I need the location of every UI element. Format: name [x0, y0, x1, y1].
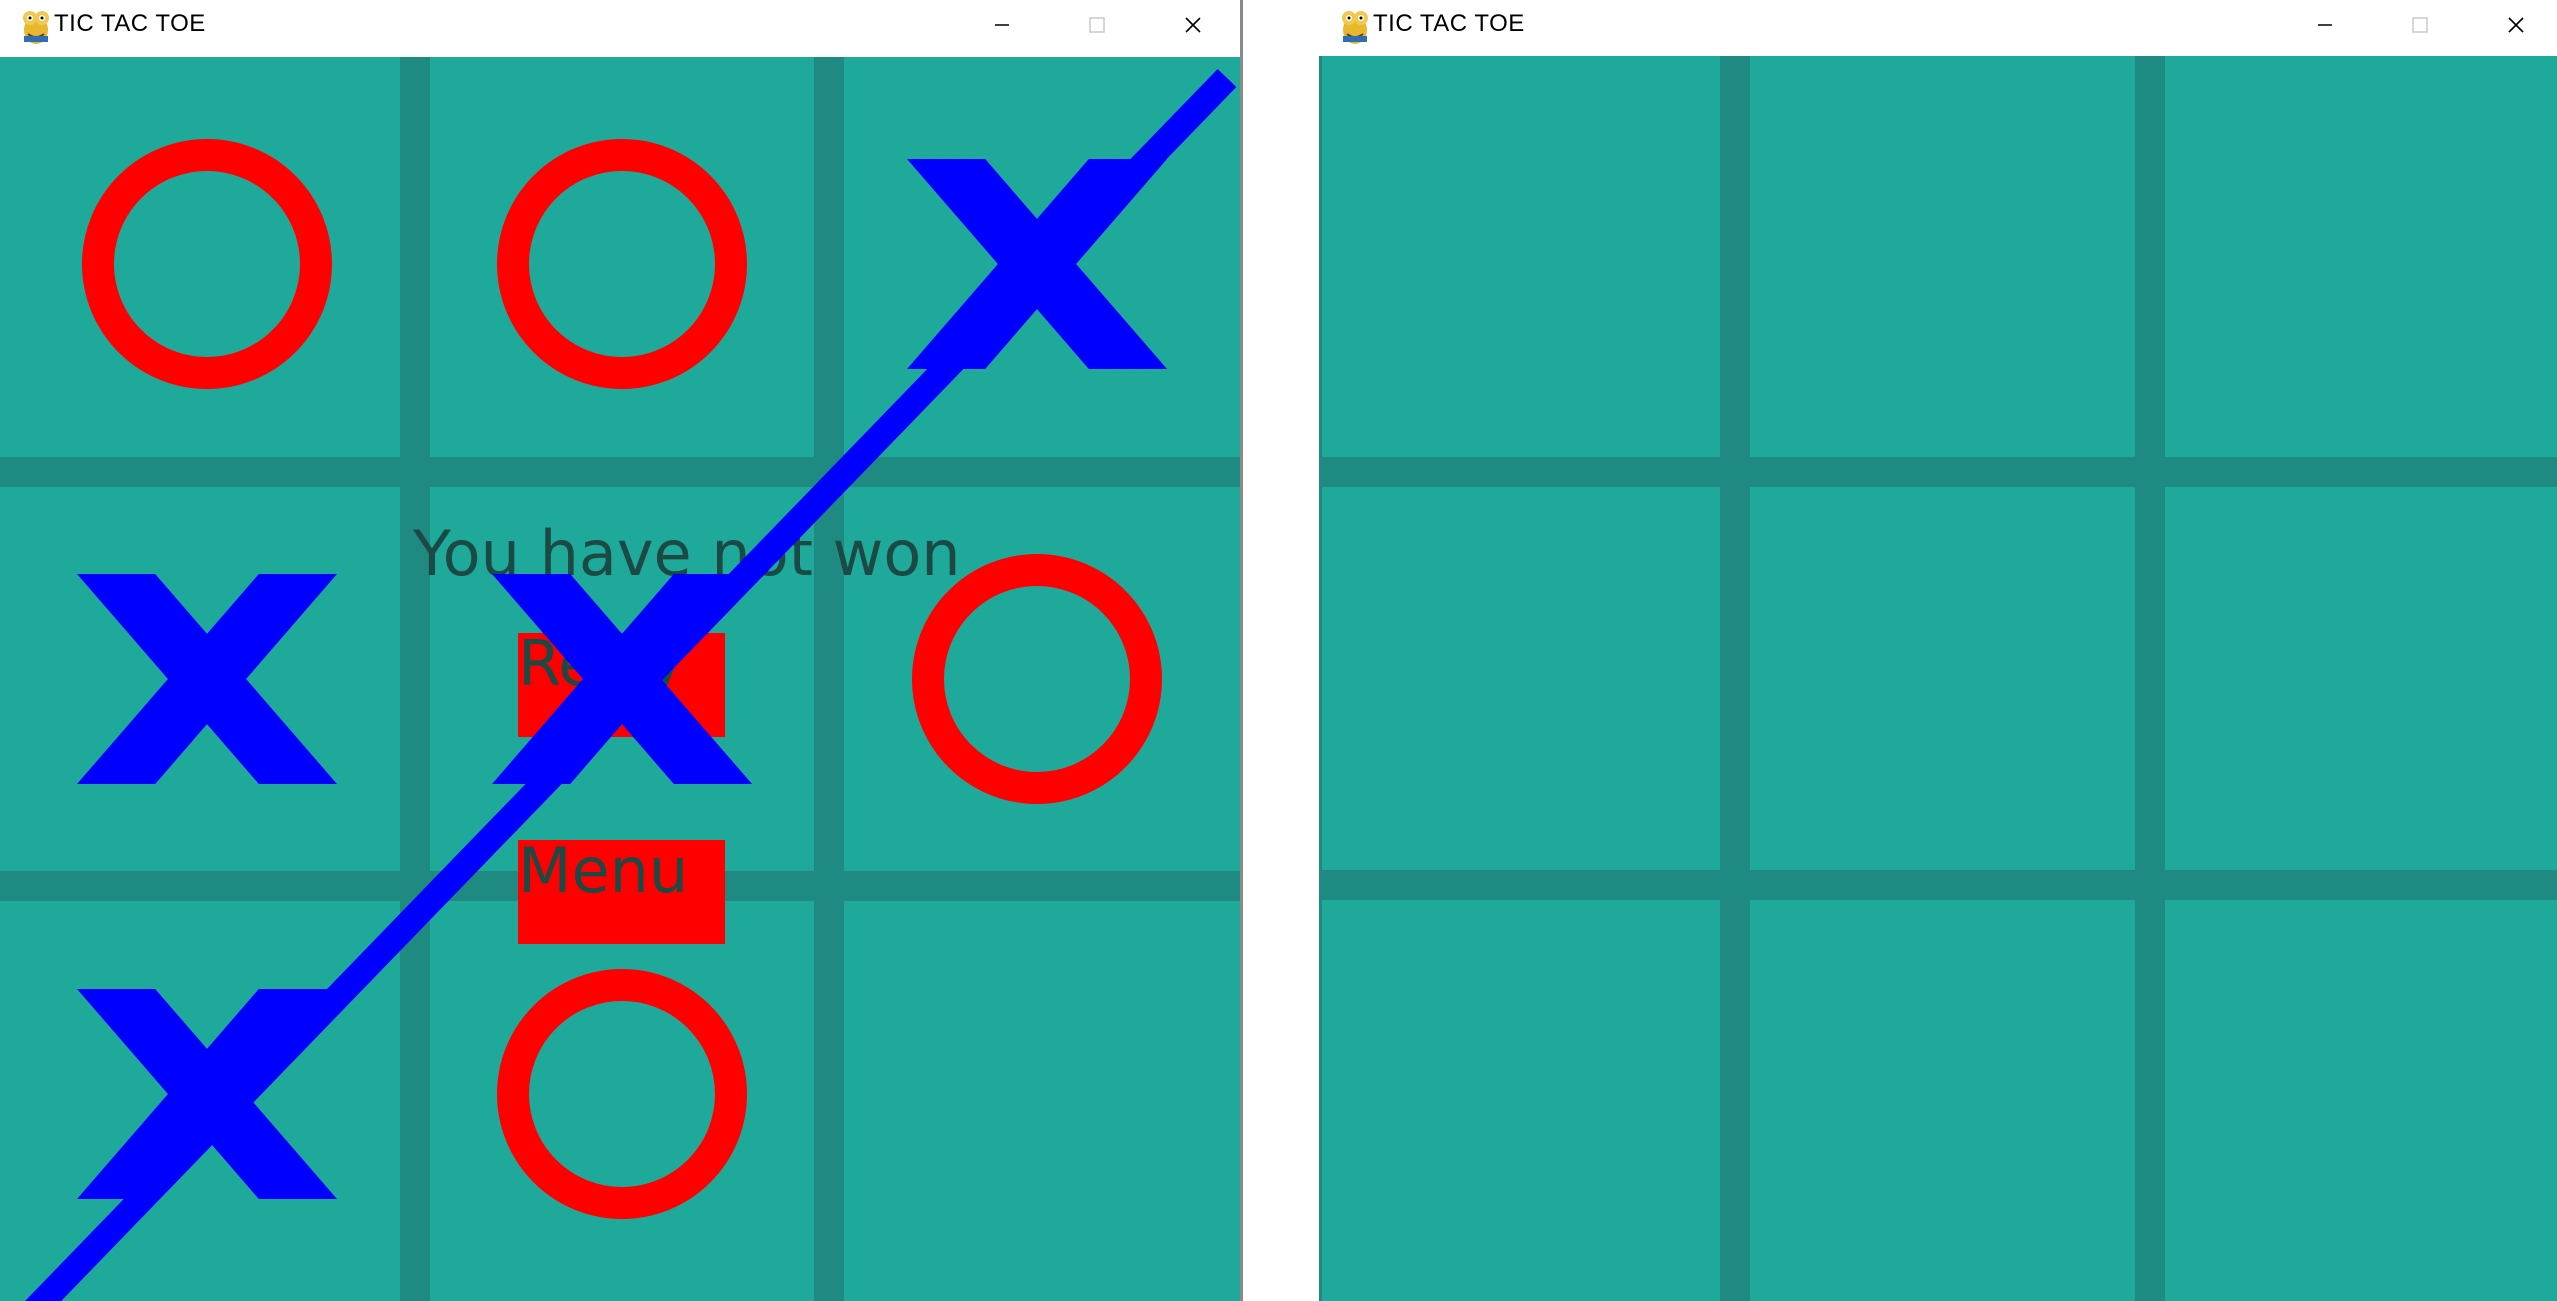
close-button[interactable] — [1148, 0, 1238, 50]
retry-button-label: Retry — [518, 627, 683, 700]
window-title: TIC TAC TOE — [54, 10, 206, 37]
game-window-right: TIC TAC TOE — [1319, 0, 2557, 1301]
board-cell[interactable] — [844, 901, 1240, 1301]
result-message: You have not won — [413, 517, 961, 590]
game-board: You have not won Retry Menu — [0, 57, 1240, 1301]
window-divider — [1240, 0, 1243, 1301]
title-bar[interactable]: TIC TAC TOE — [0, 0, 1240, 54]
board-cell[interactable] — [844, 57, 1240, 457]
board-cell[interactable] — [430, 901, 814, 1301]
game-board — [1319, 56, 2557, 1301]
board-cell[interactable] — [1322, 56, 1720, 457]
retry-button[interactable]: Retry — [518, 633, 725, 737]
close-button[interactable] — [2471, 0, 2557, 50]
maximize-icon — [1089, 17, 1105, 33]
title-bar[interactable]: TIC TAC TOE — [1319, 0, 2557, 54]
board-cell[interactable] — [2165, 56, 2557, 457]
minimize-icon — [2318, 24, 2332, 26]
board-cell[interactable] — [2165, 900, 2557, 1301]
python-snake-icon — [23, 11, 49, 44]
board-cell[interactable] — [0, 901, 400, 1301]
menu-button-label: Menu — [518, 834, 689, 907]
menu-button[interactable]: Menu — [518, 840, 725, 944]
maximize-button[interactable] — [2375, 0, 2465, 50]
board-cell[interactable] — [1750, 487, 2135, 870]
board-cell[interactable] — [0, 57, 400, 457]
game-window-left: TIC TAC TOE You have not won Retry Menu — [0, 0, 1240, 1301]
close-icon — [1185, 17, 1201, 33]
maximize-button[interactable] — [1052, 0, 1142, 50]
board-cell[interactable] — [1322, 900, 1720, 1301]
board-cell[interactable] — [2165, 487, 2557, 870]
maximize-icon — [2412, 17, 2428, 33]
minimize-button[interactable] — [2280, 0, 2370, 50]
window-title: TIC TAC TOE — [1373, 10, 1525, 37]
board-cell[interactable] — [1750, 56, 2135, 457]
board-cell[interactable] — [1750, 900, 2135, 1301]
board-cell[interactable] — [1322, 487, 1720, 870]
minimize-button[interactable] — [957, 0, 1047, 50]
python-snake-icon — [1342, 11, 1368, 44]
board-cell[interactable] — [430, 57, 814, 457]
minimize-icon — [995, 24, 1009, 26]
close-icon — [2508, 17, 2524, 33]
board-cell[interactable] — [0, 487, 400, 871]
